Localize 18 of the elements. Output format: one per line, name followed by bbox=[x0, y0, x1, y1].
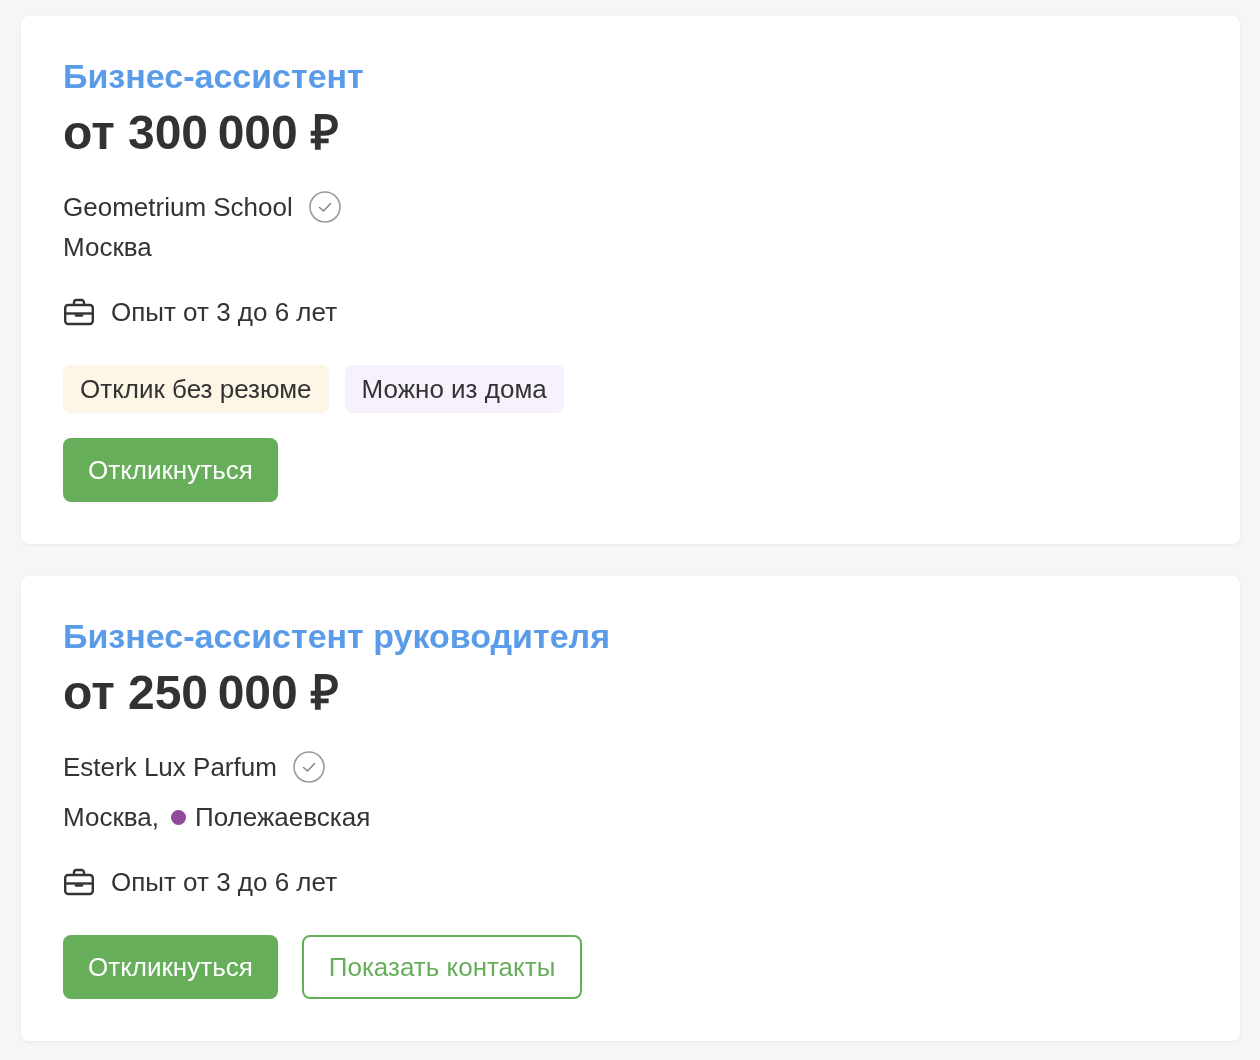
city-text: Москва, bbox=[63, 801, 159, 834]
company-name: Esterk Lux Parfum bbox=[63, 751, 277, 784]
show-contacts-button[interactable]: Показать контакты bbox=[301, 935, 583, 999]
salary-text: от 250 000 ₽ bbox=[63, 665, 340, 721]
tag-label: Можно из дома bbox=[344, 365, 564, 413]
salary-text: от 300 000 ₽ bbox=[63, 105, 340, 161]
experience-text: Опыт от 3 до 6 лет bbox=[111, 296, 338, 329]
company-name: Geometrium School bbox=[63, 191, 293, 224]
metro-station-text: Полежаевская bbox=[195, 801, 371, 834]
experience-text: Опыт от 3 до 6 лет bbox=[111, 866, 338, 899]
briefcase-icon bbox=[63, 868, 95, 896]
city-text: Москва bbox=[63, 231, 152, 264]
respond-button[interactable]: Откликнуться bbox=[63, 935, 278, 999]
vacancy-title-link[interactable]: Бизнес-ассистент bbox=[63, 56, 364, 96]
briefcase-icon bbox=[63, 298, 95, 326]
respond-button[interactable]: Откликнуться bbox=[63, 438, 278, 502]
tag-label: Отклик без резюме bbox=[63, 365, 329, 413]
vacancy-title-link[interactable]: Бизнес-ассистент руководителя bbox=[63, 616, 611, 656]
